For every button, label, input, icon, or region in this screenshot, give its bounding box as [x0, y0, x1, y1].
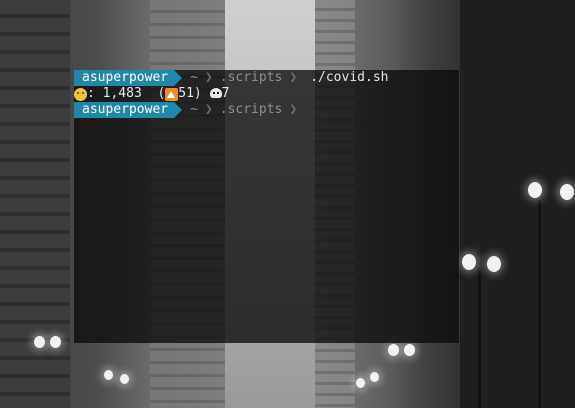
- new-cases-delta: 51): [178, 86, 202, 101]
- street-lamp: [356, 378, 365, 388]
- prompt-separator-icon: ❯: [289, 102, 298, 117]
- skull-icon: [209, 87, 222, 101]
- wallpaper-building: [0, 0, 70, 408]
- terminal-cursor[interactable]: [300, 103, 307, 117]
- delta-open-paren: (: [157, 86, 166, 101]
- prompt-user-segment: asuperpower: [74, 102, 183, 118]
- prompt-line: asuperpower ~ ❯ .scripts ❯: [74, 102, 459, 118]
- worried-face-icon: [74, 87, 87, 101]
- street-lamp: [34, 336, 45, 348]
- street-lamp: [388, 344, 399, 356]
- street-lamp: [560, 184, 574, 200]
- street-lamp: [370, 372, 379, 382]
- street-lamp: [462, 254, 476, 270]
- prompt-dir-segment: .scripts: [219, 70, 283, 85]
- up-arrow-icon: [165, 87, 179, 101]
- street-lamp: [104, 370, 113, 380]
- prompt-home-segment: ~: [190, 70, 198, 85]
- command-output-line: : 1,483 (51) 7: [74, 86, 459, 102]
- prompt-home-segment: ~: [190, 102, 198, 117]
- street-lamp-pole: [478, 270, 481, 408]
- street-lamp: [120, 374, 129, 384]
- cases-separator: :: [87, 86, 103, 101]
- prompt-dir-segment: .scripts: [219, 102, 283, 117]
- terminal-window[interactable]: asuperpower ~ ❯ .scripts ❯ ./covid.sh : …: [74, 70, 459, 343]
- deaths-count: 7: [221, 86, 230, 101]
- street-lamp: [50, 336, 61, 348]
- prompt-separator-icon: ❯: [289, 70, 298, 85]
- street-lamp: [487, 256, 501, 272]
- cases-count: 1,483: [102, 86, 142, 101]
- prompt-user-segment: asuperpower: [74, 70, 183, 86]
- street-lamp: [404, 344, 415, 356]
- prompt-line: asuperpower ~ ❯ .scripts ❯ ./covid.sh: [74, 70, 459, 86]
- entered-command: ./covid.sh: [310, 70, 389, 85]
- street-lamp: [528, 182, 542, 198]
- street-lamp-pole: [538, 200, 541, 408]
- prompt-separator-icon: ❯: [204, 102, 213, 117]
- prompt-separator-icon: ❯: [204, 70, 213, 85]
